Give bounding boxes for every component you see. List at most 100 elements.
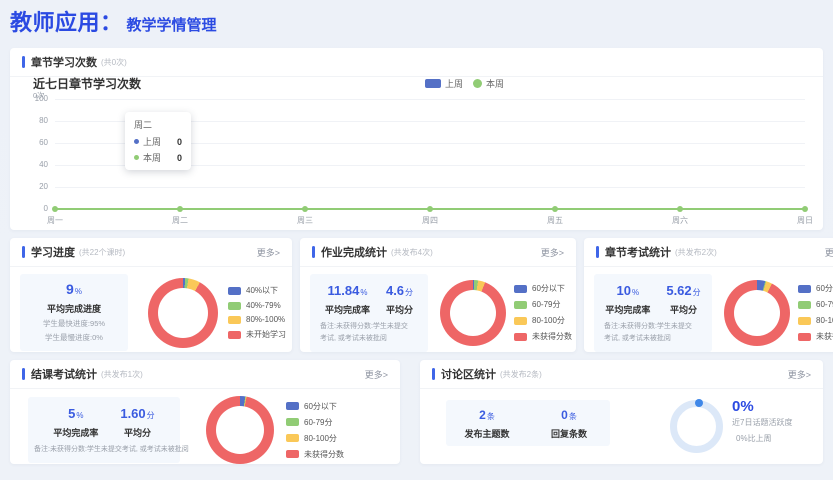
- panel-count: (共发布1次): [101, 369, 143, 379]
- panel-study-progress: 学习进度 (共22个课时) 更多> 9% 平均完成进度 学生最快进度:95% 学…: [10, 238, 292, 352]
- slowest-progress: 学生最慢进度:0%: [45, 333, 103, 342]
- tooltip-row: 本周 0: [134, 151, 182, 164]
- panel-header: 章节学习次数 (共0次): [10, 48, 823, 77]
- avg-completion: 11.84% 平均完成率: [324, 283, 370, 315]
- tooltip-title: 周二: [134, 120, 153, 130]
- activity-gauge-ring[interactable]: [670, 400, 723, 453]
- gridline: [55, 99, 805, 100]
- panel-title: 章节考试统计: [605, 247, 671, 259]
- stat-value: 9: [66, 281, 74, 297]
- legend-swatch-last-week-icon[interactable]: [425, 79, 441, 88]
- gridline: [55, 187, 805, 188]
- chapter-exam-summary-box: 10% 平均完成率 5.62分 平均分 备注:未获得分数:学生未提交 考试, 或…: [594, 274, 712, 352]
- panel-header: 章节考试统计 (共发布2次) 更多>: [584, 238, 833, 267]
- fastest-progress: 学生最快进度:95%: [42, 319, 106, 328]
- note-text: 备注:未获得分数:学生未提交考试, 或考试未被批阅: [34, 446, 189, 454]
- x-tick: 周四: [422, 216, 438, 225]
- note-text: 备注:未获得分数:学生未提交 考试, 或考试未被批阅: [604, 323, 692, 342]
- more-link[interactable]: 更多>: [541, 246, 564, 259]
- panel-discussion-stats: 讨论区统计 (共发布2条) 更多> 2条 发布主题数 0条 回复条数 0% 近7…: [420, 360, 823, 464]
- discussion-summary-box: 2条 发布主题数 0条 回复条数: [446, 400, 610, 446]
- x-tick: 周一: [47, 216, 63, 225]
- panel-title: 章节学习次数: [31, 57, 97, 69]
- donut-legend: 40%以下 40%-79% 80%-100% 未开始学习: [228, 283, 286, 343]
- panel-count: (共0次): [101, 57, 127, 67]
- legend-item[interactable]: 未获得分数: [286, 449, 344, 460]
- progress-donut-chart[interactable]: [148, 277, 218, 348]
- x-axis-labels: 周一 周二 周三 周四 周五 周六 周日: [43, 215, 817, 226]
- donut-legend: 60分以下 60-79分 80-100分 未获得分数: [798, 281, 833, 345]
- legend-swatch-icon: [514, 316, 527, 325]
- panel-homework-stats: 作业完成统计 (共发布4次) 更多> 11.84% 平均完成率 4.6分 平均分: [300, 238, 576, 352]
- legend-item[interactable]: 80-100分: [286, 433, 344, 444]
- tooltip-dot-icon: [134, 139, 139, 144]
- legend-swatch-this-week-icon[interactable]: [473, 79, 483, 88]
- gauge-text-block: 0% 近7日话题活跃度 0%比上周: [732, 398, 792, 444]
- chart-tooltip: 周二 上周 0 本周 0: [125, 112, 191, 170]
- page-title: 教师应用：: [10, 10, 123, 35]
- accent-bar-icon: [596, 246, 599, 258]
- legend-swatch-icon: [798, 284, 811, 293]
- stat-unit: %: [74, 287, 82, 296]
- homework-donut-chart[interactable]: [440, 279, 506, 346]
- legend-item[interactable]: 80-100分: [514, 315, 572, 326]
- legend-item[interactable]: 60分以下: [514, 283, 572, 294]
- gauge-label: 近7日话题活跃度: [732, 418, 793, 427]
- x-tick: 周六: [672, 216, 688, 225]
- line-point: [552, 206, 558, 212]
- more-link[interactable]: 更多>: [788, 368, 811, 381]
- legend-item[interactable]: 40%-79%: [228, 301, 286, 310]
- more-link[interactable]: 更多>: [257, 246, 280, 259]
- final-exam-donut-chart[interactable]: [206, 396, 274, 464]
- legend-item[interactable]: 未开始学习: [228, 329, 286, 340]
- legend-item[interactable]: 未获得分数: [798, 331, 833, 342]
- legend-swatch-icon: [286, 402, 299, 410]
- line-point: [177, 206, 183, 212]
- stat-label: 平均完成进度: [46, 304, 101, 314]
- gauge-value: 0%: [732, 398, 754, 415]
- legend-item[interactable]: 80%-100%: [228, 315, 286, 324]
- legend-label-this-week[interactable]: 本周: [486, 77, 504, 90]
- legend-item[interactable]: 80-100分: [798, 315, 833, 326]
- series-points: [52, 206, 808, 212]
- gauge-delta: 0%比上周: [736, 434, 772, 443]
- panel-chapter-study-times: 章节学习次数 (共0次) 近七日章节学习次数 0次 上周 本周 100 80 6…: [10, 48, 823, 230]
- x-tick: 周日: [797, 216, 813, 225]
- legend-swatch-icon: [514, 284, 527, 293]
- y-axis-ticks: 100 80 60 40 20 0: [18, 94, 48, 214]
- legend-item[interactable]: 60-79分: [798, 299, 833, 310]
- legend-item[interactable]: 60-79分: [514, 299, 572, 310]
- legend-item[interactable]: 40%以下: [228, 285, 286, 296]
- chapter-exam-donut-chart[interactable]: [724, 279, 790, 346]
- legend-swatch-icon: [514, 332, 527, 341]
- legend-swatch-icon: [286, 418, 299, 426]
- final-exam-summary-box: 5% 平均完成率 1.60分 平均分 备注:未获得分数:学生未提交考试, 或考试…: [28, 397, 189, 463]
- y-tick: 100: [34, 94, 48, 103]
- progress-average: 9%: [20, 281, 128, 299]
- y-tick: 80: [39, 116, 48, 125]
- page-header: 教师应用： 教学学情管理: [10, 5, 217, 37]
- y-tick: 60: [39, 138, 48, 147]
- legend-item[interactable]: 60分以下: [286, 401, 344, 412]
- accent-bar-icon: [22, 368, 25, 380]
- legend-swatch-icon: [286, 434, 299, 442]
- avg-score: 4.6分 平均分: [385, 283, 414, 315]
- panel-title: 结课考试统计: [31, 369, 97, 381]
- avg-completion: 5% 平均完成率: [53, 406, 99, 439]
- x-tick: 周三: [297, 216, 313, 225]
- legend-item[interactable]: 未获得分数: [514, 331, 572, 342]
- more-link[interactable]: 更多>: [365, 368, 388, 381]
- line-point: [52, 206, 58, 212]
- legend-item[interactable]: 60-79分: [286, 417, 344, 428]
- tooltip-row: 上周 0: [134, 135, 182, 148]
- more-link[interactable]: 更多>: [825, 246, 833, 259]
- chart-legend: 上周 本周: [425, 77, 504, 90]
- line-point: [677, 206, 683, 212]
- progress-summary-box: 9% 平均完成进度 学生最快进度:95% 学生最慢进度:0%: [20, 274, 128, 351]
- legend-swatch-icon: [286, 450, 299, 458]
- tooltip-label: 本周: [143, 153, 162, 163]
- legend-item[interactable]: 60分以下: [798, 283, 833, 294]
- legend-swatch-icon: [798, 300, 811, 309]
- legend-label-last-week[interactable]: 上周: [445, 77, 463, 90]
- accent-bar-icon: [432, 368, 435, 380]
